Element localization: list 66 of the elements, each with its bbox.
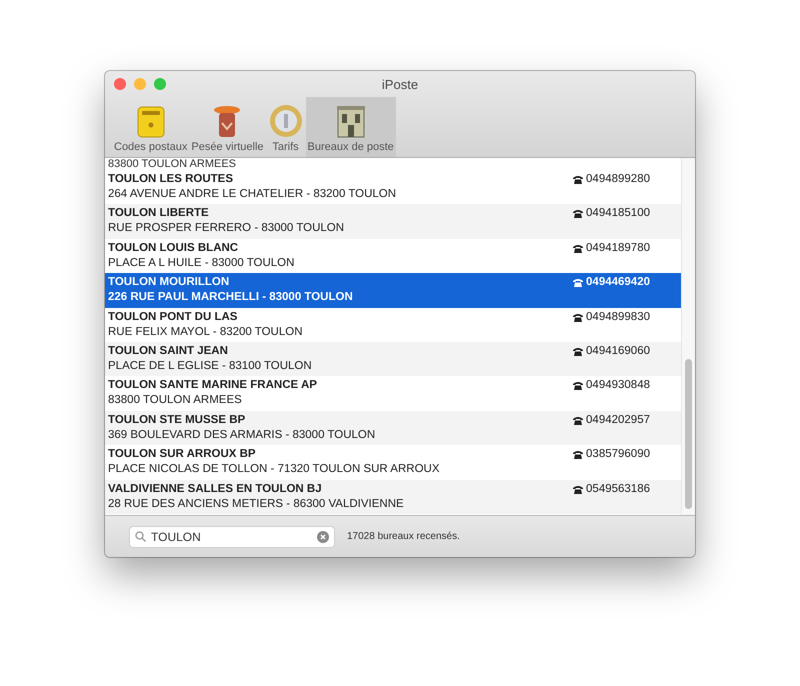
close-button[interactable] — [114, 78, 126, 90]
phone-icon — [573, 484, 584, 494]
office-name: TOULON SAINT JEAN — [108, 344, 229, 359]
search-icon — [135, 531, 146, 542]
phone-icon — [573, 416, 584, 425]
office-address: 28 RUE DES ANCIENS METIERS - 86300 VALDIVIENNE — [108, 496, 404, 512]
phone-icon — [573, 175, 584, 184]
phone-number: 0549563186 — [586, 482, 650, 497]
status-text: 17028 bureaux recensés. — [347, 531, 460, 542]
office-address: PLACE A L HUILE - 83000 TOULON — [108, 256, 294, 271]
office-address: 264 AVENUE ANDRE LE CHATELIER - 83200 TOULON — [108, 187, 396, 202]
scrollbar[interactable] — [681, 158, 695, 515]
phone-number: 0385796090 — [586, 447, 650, 462]
phone-icon — [573, 346, 584, 356]
office-row[interactable]: TOULON SANTE MARINE FRANCE AP 83800 TOULON ARMEES 0494930848 — [105, 376, 681, 411]
office-name: VALDIVIENNE SALLES EN TOULON BJ — [108, 482, 323, 497]
phone-number: 0494469420 — [586, 275, 650, 290]
office-row[interactable]: TOULON PONT DU LAS RUE FELIX MAYOL - 83200 TOULON 0494899830 — [105, 308, 681, 342]
toolbar-tab[interactable]: Tarifs — [266, 97, 306, 157]
phone-number: 0494202957 — [586, 412, 650, 428]
office-row[interactable]: TOULON SUR ARROUX BP PLACE NICOLAS DE TOLLON - 71320 TOULON SUR ARROUX 0385796090 — [105, 445, 681, 480]
scroll-thumb[interactable] — [685, 359, 692, 509]
office-address: RUE PROSPER FERRERO - 83000 TOULON — [108, 221, 344, 236]
window-title: iPoste — [382, 76, 418, 92]
office-name: TOULON LOUIS BLANC — [108, 240, 240, 256]
phone-number: 0494899830 — [586, 310, 650, 325]
office-name: TOULON MOURILLON — [108, 275, 230, 290]
minimize-button[interactable] — [134, 78, 146, 90]
phone-number: 0494899280 — [586, 172, 650, 187]
office-name: TOULON SUR ARROUX BP — [108, 447, 257, 462]
office-name: TOULON STE MUSSE BP — [108, 412, 246, 428]
clear-icon[interactable] — [317, 530, 329, 542]
phone-icon — [573, 312, 584, 322]
office-name: TOULON PONT DU LAS — [108, 310, 238, 325]
toolbar-tab[interactable]: Bureaux de poste — [306, 97, 396, 157]
office-address: 369 BOULEVARD DES ARMARIS - 83000 TOULON — [108, 428, 376, 443]
phone-number: 0494169060 — [586, 344, 650, 359]
office-address: 83800 TOULON ARMEES — [108, 393, 243, 408]
phone-icon — [573, 381, 584, 390]
office-address: PLACE NICOLAS DE TOLLON - 71320 TOULON SUR ARROUX — [108, 462, 440, 478]
phone-number: 0494189780 — [586, 240, 650, 256]
office-row[interactable]: TOULON LES ROUTES 264 AVENUE ANDRE LE CHATELIER - 83200 TOULON 0494899280 — [105, 170, 681, 204]
office-row[interactable]: VALDIVIENNE SALLES EN TOULON BJ 28 RUE DES ANCIENS METIERS - 86300 VALDIVIENNE 0549563186 — [105, 480, 681, 514]
office-row[interactable]: TOULON MOURILLON 226 RUE PAUL MARCHELLI - 83000 TOULON 0494469420 — [105, 273, 681, 308]
office-name: TOULON LIBERTE — [108, 206, 210, 222]
office-row[interactable]: TOULON LIBERTE RUE PROSPER FERRERO - 83000 TOULON 0494185100 — [105, 204, 681, 239]
coin-icon — [268, 103, 304, 139]
office-address: RUE FELIX MAYOL - 83200 TOULON — [108, 324, 303, 340]
toolbar-tab[interactable]: Codes postaux — [112, 97, 190, 157]
office-row[interactable]: TOULON LOUIS BLANC PLACE A L HUILE - 83000 TOULON 0494189780 — [105, 238, 681, 274]
toolbar-tab[interactable]: Pesée virtuelle — [189, 97, 266, 157]
phone-number: 0494185100 — [586, 206, 650, 222]
phone-number: 0494930848 — [586, 378, 650, 394]
search-box[interactable]: TOULON — [129, 526, 335, 548]
office-name: TOULON SANTE MARINE FRANCE AP — [108, 378, 317, 394]
office-address: 226 RUE PAUL MARCHELLI - 83000 TOULON — [108, 290, 353, 306]
address-text: 83800 TOULON ARMEES — [107, 158, 236, 170]
office-name: TOULON LES ROUTES — [108, 172, 234, 187]
office-row[interactable]: TOULON STE MUSSE BP 369 BOULEVARD DES ARMARIS - 83000 TOULON 0494202957 — [105, 410, 681, 446]
office-address: PLACE DE L EGLISE - 83100 TOULON — [108, 358, 312, 374]
phone-icon — [573, 244, 584, 253]
phone-icon — [573, 450, 584, 460]
phone-icon — [573, 209, 584, 218]
zoom-button[interactable] — [154, 78, 166, 90]
office-row[interactable]: TOULON SAINT JEAN PLACE DE L EGLISE - 83100 TOULON 0494169060 — [105, 342, 681, 376]
phone-icon — [573, 278, 584, 288]
